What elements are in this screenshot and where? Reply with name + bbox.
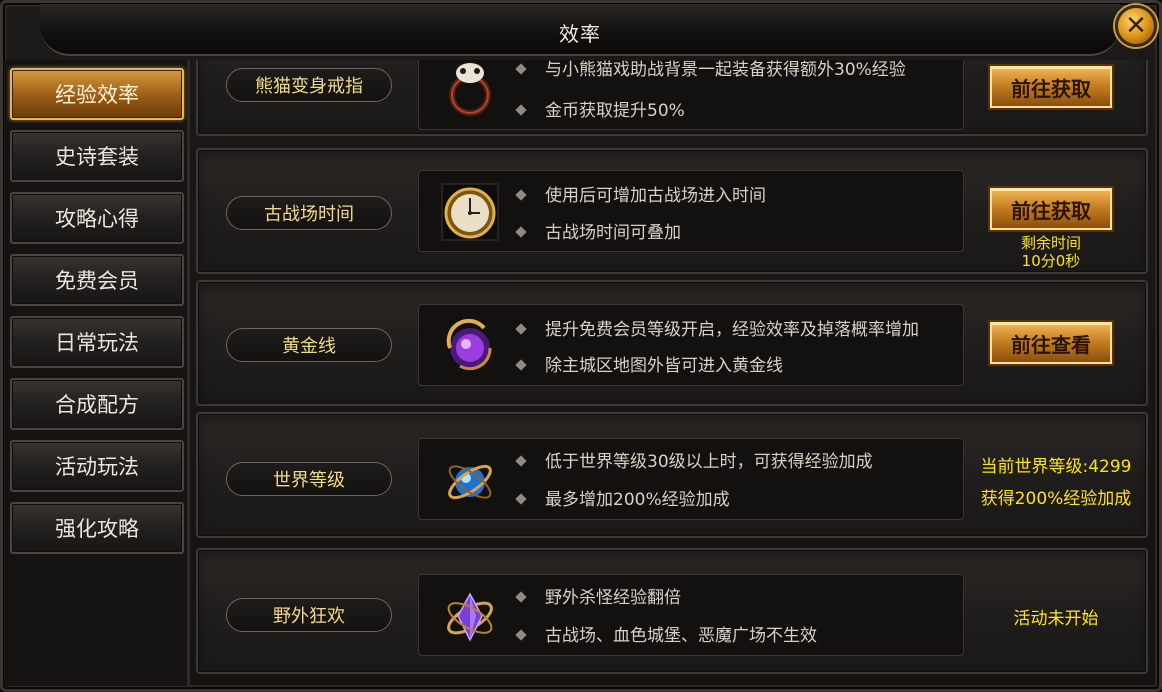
row-desc-2: 除主城区地图外皆可进入黄金线 bbox=[515, 351, 783, 376]
go-obtain-button[interactable]: 前往获取 bbox=[990, 66, 1112, 108]
timer-value: 10分0秒 bbox=[1021, 252, 1081, 270]
row-desc-1: 与小熊猫戏助战背景一起装备获得额外30%经验 bbox=[515, 60, 906, 80]
pocket-watch-icon bbox=[435, 179, 505, 245]
window-title: 效率 bbox=[559, 22, 601, 46]
sidebar-item-daily[interactable]: 日常玩法 bbox=[10, 316, 184, 368]
blue-orb-icon bbox=[435, 447, 505, 513]
sidebar-item-exp-efficiency[interactable]: 经验效率 bbox=[10, 68, 184, 120]
sidebar-item-events[interactable]: 活动玩法 bbox=[10, 440, 184, 492]
row-title: 世界等级 bbox=[226, 462, 392, 496]
info-panel: 与小熊猫戏助战背景一起装备获得额外30%经验 金币获取提升50% bbox=[418, 60, 964, 130]
row-desc-1: 提升免费会员等级开启，经验效率及掉落概率增加 bbox=[515, 315, 919, 340]
title-bar: 效率 bbox=[40, 4, 1120, 56]
purple-orb-icon bbox=[435, 313, 505, 379]
list-item: 野外狂欢 野外杀怪经验翻倍 古战场、血色城堡、恶魔广场不生效 活动未开始 bbox=[196, 548, 1148, 674]
row-title: 熊猫变身戒指 bbox=[226, 68, 392, 102]
list-item: 黄金线 提升免费会员等级开启，经验效率及掉落概率增加 除主城区地图外皆可进入黄金… bbox=[196, 280, 1148, 406]
row-desc-2: 古战场、血色城堡、恶魔广场不生效 bbox=[515, 621, 817, 646]
world-level-text: 当前世界等级:4299 bbox=[980, 457, 1132, 477]
row-title: 古战场时间 bbox=[226, 196, 392, 230]
list-item: 世界等级 低于世界等级30级以上时，可获得经验加成 最多增加200%经验加成 当… bbox=[196, 412, 1148, 538]
sidebar-item-crafting[interactable]: 合成配方 bbox=[10, 378, 184, 430]
info-panel: 提升免费会员等级开启，经验效率及掉落概率增加 除主城区地图外皆可进入黄金线 bbox=[418, 304, 964, 386]
row-desc-2: 最多增加200%经验加成 bbox=[515, 485, 730, 510]
sidebar: 经验效率 史诗套装 攻略心得 免费会员 日常玩法 合成配方 活动玩法 强化攻略 bbox=[4, 60, 190, 686]
event-status-text: 活动未开始 bbox=[1013, 609, 1099, 629]
info-panel: 使用后可增加古战场进入时间 古战场时间可叠加 bbox=[418, 170, 964, 252]
row-title: 野外狂欢 bbox=[226, 598, 392, 632]
efficiency-list[interactable]: 熊猫变身戒指 与小熊猫戏助战背景一起装备获得额外30%经验 金币获取提升50% … bbox=[194, 60, 1152, 686]
sidebar-item-enhance[interactable]: 强化攻略 bbox=[10, 502, 184, 554]
timer-label: 剩余时间 bbox=[1020, 234, 1081, 252]
sidebar-item-epic-sets[interactable]: 史诗套装 bbox=[10, 130, 184, 182]
list-item: 古战场时间 使用后可增加古战场进入时间 古战场时间可叠加 前往获取 剩余时间 1… bbox=[196, 148, 1148, 274]
go-obtain-button[interactable]: 前往获取 bbox=[990, 188, 1112, 230]
list-item: 熊猫变身戒指 与小熊猫戏助战背景一起装备获得额外30%经验 金币获取提升50% … bbox=[196, 60, 1148, 136]
row-desc-1: 使用后可增加古战场进入时间 bbox=[515, 181, 766, 206]
purple-crystal-icon bbox=[435, 583, 505, 649]
exp-bonus-text: 获得200%经验加成 bbox=[980, 489, 1132, 509]
row-desc-2: 古战场时间可叠加 bbox=[515, 218, 681, 243]
row-desc-1: 野外杀怪经验翻倍 bbox=[515, 583, 681, 608]
close-icon: ✕ bbox=[1125, 11, 1147, 41]
row-title: 黄金线 bbox=[226, 328, 392, 362]
row-desc-2: 金币获取提升50% bbox=[515, 96, 685, 121]
info-panel: 野外杀怪经验翻倍 古战场、血色城堡、恶魔广场不生效 bbox=[418, 574, 964, 656]
close-button[interactable]: ✕ bbox=[1115, 5, 1157, 47]
row-desc-1: 低于世界等级30级以上时，可获得经验加成 bbox=[515, 447, 873, 472]
panda-ring-icon bbox=[435, 60, 505, 123]
go-view-button[interactable]: 前往查看 bbox=[990, 322, 1112, 364]
sidebar-item-free-member[interactable]: 免费会员 bbox=[10, 254, 184, 306]
sidebar-item-strategy[interactable]: 攻略心得 bbox=[10, 192, 184, 244]
info-panel: 低于世界等级30级以上时，可获得经验加成 最多增加200%经验加成 bbox=[418, 438, 964, 520]
